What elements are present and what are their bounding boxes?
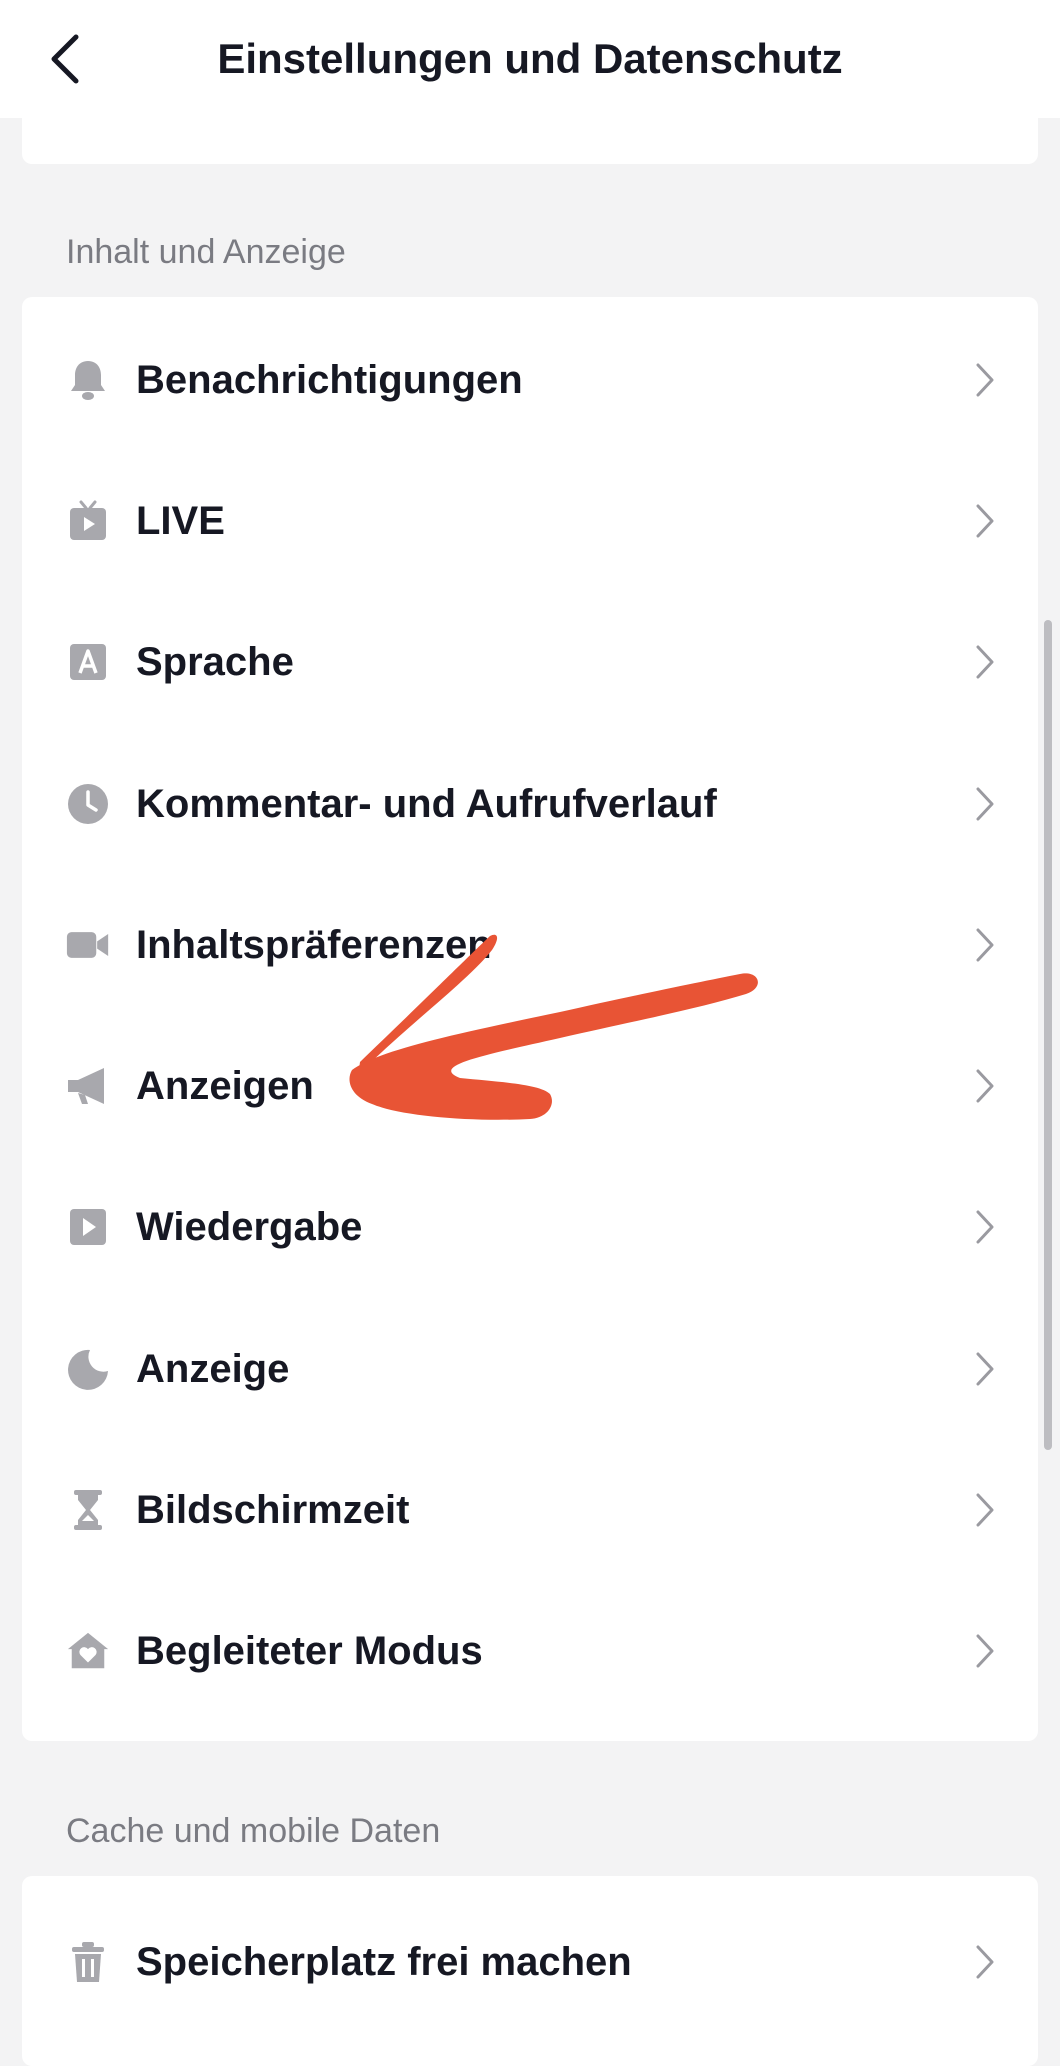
settings-item-label: Inhaltspräferenzen [136,922,492,967]
scrollbar[interactable] [1044,620,1052,1450]
settings-item-content-preferences[interactable]: Inhaltspräferenzen [22,874,1038,1015]
megaphone-icon [66,1064,110,1108]
chevron-right-icon [972,1207,998,1247]
chevron-right-icon [972,501,998,541]
settings-item-free-up-space[interactable]: Speicherplatz frei machen [22,1876,1038,2048]
settings-item-label: Benachrichtigungen [136,357,523,402]
settings-item-family-pairing[interactable]: Begleiteter Modus [22,1581,1038,1722]
settings-item-display[interactable]: Anzeige [22,1298,1038,1439]
settings-item-live[interactable]: LIVE [22,450,1038,591]
previous-card-end [22,118,1038,164]
settings-item-label: LIVE [136,498,225,543]
settings-item-label: Begleiteter Modus [136,1629,483,1674]
settings-item-label: Anzeige [136,1346,290,1391]
settings-item-playback[interactable]: Wiedergabe [22,1157,1038,1298]
trash-icon [66,1940,110,1984]
settings-item-ads[interactable]: Anzeigen [22,1015,1038,1156]
chevron-right-icon [972,925,998,965]
moon-icon [66,1347,110,1391]
home-heart-icon [66,1629,110,1673]
settings-item-comment-history[interactable]: Kommentar- und Aufrufverlauf [22,733,1038,874]
chevron-right-icon [972,360,998,400]
language-icon [66,640,110,684]
header-bar: Einstellungen und Datenschutz [0,0,1060,118]
chevron-right-icon [972,1942,998,1982]
play-icon [66,1205,110,1249]
chevron-right-icon [972,1631,998,1671]
settings-item-screen-time[interactable]: Bildschirmzeit [22,1439,1038,1580]
chevron-right-icon [972,1066,998,1106]
page-title: Einstellungen und Datenschutz [217,35,843,82]
clock-icon [66,782,110,826]
settings-item-label: Bildschirmzeit [136,1488,410,1533]
hourglass-icon [66,1488,110,1532]
bell-icon [66,358,110,402]
chevron-right-icon [972,1349,998,1389]
settings-item-label: Speicherplatz frei machen [136,1940,632,1984]
chevron-right-icon [972,642,998,682]
chevron-right-icon [972,784,998,824]
settings-item-label: Wiedergabe [136,1205,363,1250]
section-label-cache-data: Cache und mobile Daten [66,1812,441,1850]
chevron-right-icon [972,1490,998,1530]
settings-card-content-display: Benachrichtigungen LIVE Sprache Kommenta… [22,297,1038,1741]
live-tv-icon [66,499,110,543]
settings-item-language[interactable]: Sprache [22,592,1038,733]
settings-item-label: Anzeigen [136,1064,314,1109]
settings-item-label: Kommentar- und Aufrufverlauf [136,781,717,826]
settings-item-notifications[interactable]: Benachrichtigungen [22,309,1038,450]
video-camera-icon [66,923,110,967]
section-label-content-display: Inhalt und Anzeige [66,233,346,271]
settings-card-cache-data: Speicherplatz frei machen [22,1876,1038,2066]
settings-item-label: Sprache [136,640,294,685]
